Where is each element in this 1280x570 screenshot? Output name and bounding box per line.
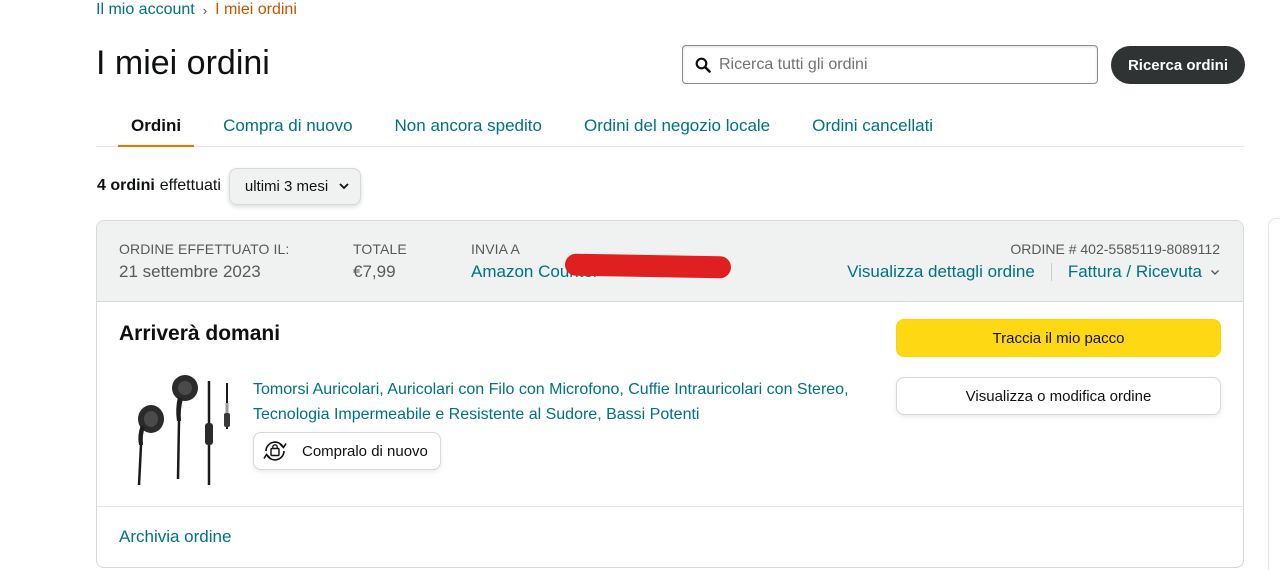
order-total-value: €7,99 [353,262,396,281]
order-header: ORDINE EFFETTUATO IL: 21 settembre 2023 … [97,221,1243,302]
view-edit-order-button[interactable]: Visualizza o modifica ordine [896,377,1221,415]
breadcrumb: Il mio account › I miei ordini [96,0,297,20]
search-icon [695,57,711,73]
order-card: ORDINE EFFETTUATO IL: 21 settembre 2023 … [96,220,1244,568]
buy-again-icon [263,441,287,461]
order-total-label: TOTALE [353,241,407,257]
archive-order-link[interactable]: Archivia ordine [119,527,231,547]
order-placed-date: 21 settembre 2023 [119,262,261,281]
breadcrumb-account-link[interactable]: Il mio account [96,1,195,19]
chevron-down-icon [339,183,349,190]
order-placed-label: ORDINE EFFETTUATO IL: [119,241,290,257]
order-total-column: TOTALE €7,99 [353,241,407,282]
page-title: I miei ordini [96,44,270,82]
buy-again-label: Compralo di nuovo [302,442,428,460]
buy-again-button[interactable]: Compralo di nuovo [253,432,441,470]
order-count-suffix: effettuati [159,177,221,194]
chevron-down-icon[interactable] [1210,267,1220,277]
order-number: ORDINE # 402-5585119-8089112 [1010,241,1220,257]
period-dropdown[interactable]: ultimi 3 mesi [228,167,362,205]
order-placed-column: ORDINE EFFETTUATO IL: 21 settembre 2023 [119,241,289,282]
link-divider [1050,263,1052,281]
order-header-links: Visualizza dettagli ordine Fattura / Ric… [847,262,1220,282]
side-panel-edge [1268,218,1280,570]
tab-local-store-orders[interactable]: Ordini del negozio locale [563,108,791,147]
delivery-status: Arriverà domani [119,322,281,345]
search-orders-button[interactable]: Ricerca ordini [1111,46,1245,84]
order-filter-row: 4 ordini effettuati ultimi 3 mesi [97,167,362,205]
invoice-link[interactable]: Fattura / Ricevuta [1068,262,1202,282]
tab-not-yet-shipped[interactable]: Non ancora spedito [374,108,563,147]
view-order-details-link[interactable]: Visualizza dettagli ordine [847,262,1035,282]
tab-orders[interactable]: Ordini [118,108,195,147]
product-image[interactable] [123,373,233,491]
tab-buy-again[interactable]: Compra di nuovo [202,108,373,147]
breadcrumb-current: I miei ordini [215,1,297,18]
product-title-link[interactable]: Tomorsi Auricolari, Auricolari con Filo … [253,377,873,427]
order-number-column: ORDINE # 402-5585119-8089112 Visualizza … [847,241,1220,282]
order-search-box[interactable] [682,45,1098,84]
order-count: 4 ordini [97,177,155,194]
breadcrumb-separator: › [202,2,208,18]
order-tabs: Ordini Compra di nuovo Non ancora spedit… [96,108,1244,147]
redaction-mark [564,253,732,279]
search-input[interactable] [719,55,1079,74]
period-dropdown-value: ultimi 3 mesi [244,177,329,195]
order-card-footer: Archivia ordine [97,506,1243,567]
tab-cancelled-orders[interactable]: Ordini cancellati [791,108,954,147]
track-package-button[interactable]: Traccia il mio pacco [896,319,1221,357]
